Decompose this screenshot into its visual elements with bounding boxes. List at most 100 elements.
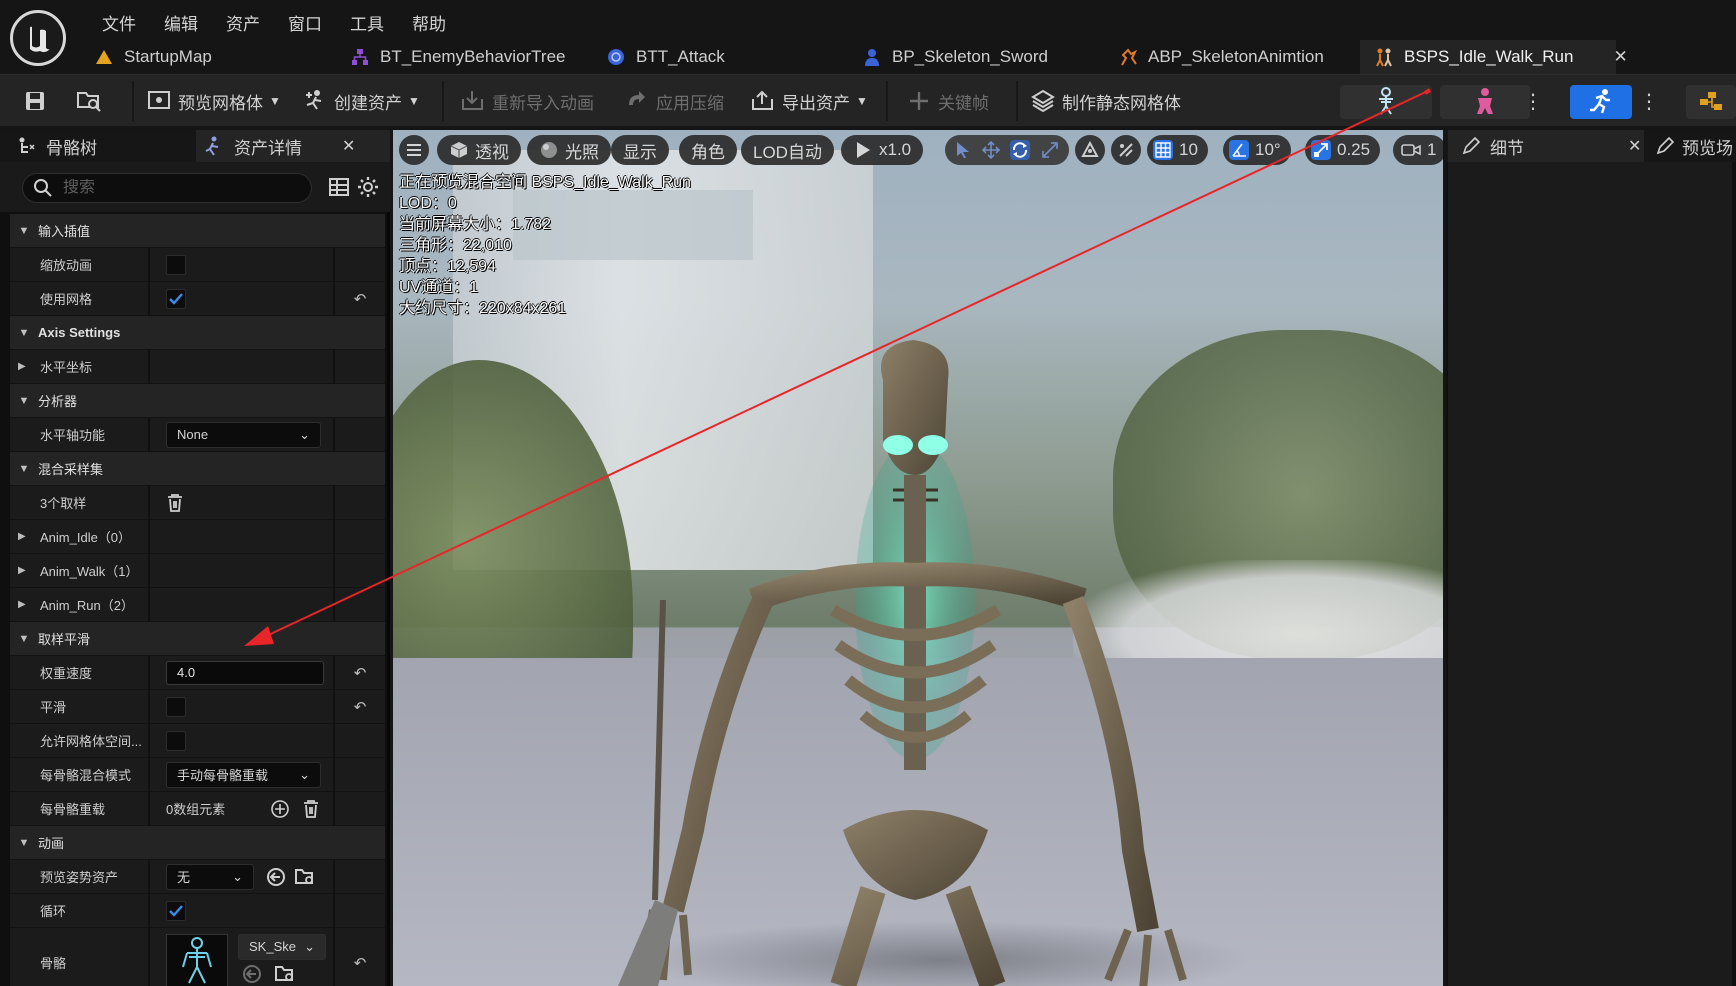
- lod-button[interactable]: LOD自动: [741, 135, 834, 165]
- prop-anim-idle[interactable]: ▶ Anim_Idle（0）: [10, 519, 385, 554]
- gear-icon[interactable]: [356, 175, 380, 199]
- lighting-button[interactable]: 光照: [527, 135, 611, 165]
- skeleton-mode-button[interactable]: [1340, 85, 1432, 119]
- menu-tools[interactable]: 工具: [336, 8, 398, 37]
- mesh-mode-button[interactable]: [1440, 85, 1530, 119]
- search-field[interactable]: [22, 173, 312, 203]
- tab-bt-enemybehaviortree[interactable]: BT_EnemyBehaviorTree: [336, 40, 592, 74]
- trash-icon[interactable]: [302, 799, 320, 819]
- character-button[interactable]: 角色: [679, 135, 737, 165]
- smoothing-checkbox[interactable]: [166, 696, 186, 717]
- close-tab-icon[interactable]: ✕: [342, 136, 355, 156]
- perspective-button[interactable]: 透视: [437, 135, 521, 165]
- use-selected-icon[interactable]: [242, 964, 262, 984]
- category-label: Axis Settings: [38, 325, 121, 340]
- grid-snap-button[interactable]: 10: [1147, 135, 1208, 165]
- category-label: 输入插值: [38, 224, 91, 239]
- search-input[interactable]: [63, 179, 303, 197]
- preview-viewport[interactable]: 透视 光照 显示 角色 LOD自动 x1.0 10 10° 0.25 1 正在预…: [393, 130, 1443, 986]
- apply-compression-button[interactable]: 应用压缩: [624, 83, 724, 119]
- scale-snap-button[interactable]: 0.25: [1305, 135, 1381, 165]
- add-keyframe-button[interactable]: 关键帧: [906, 83, 989, 119]
- prop-loop: 循环: [10, 893, 385, 928]
- browse-asset-button[interactable]: [76, 83, 108, 119]
- category-input-interp[interactable]: ▼ 输入插值: [10, 214, 385, 248]
- browse-folder-icon[interactable]: [274, 964, 296, 984]
- table-view-icon[interactable]: [328, 176, 350, 198]
- menu-file[interactable]: 文件: [88, 8, 150, 37]
- select-icon[interactable]: [955, 141, 971, 159]
- menu-asset[interactable]: 资产: [212, 8, 274, 37]
- dropdown-value: None: [177, 427, 209, 442]
- allow-mesh-space-checkbox[interactable]: [166, 730, 186, 751]
- prop-label: 平滑: [10, 689, 150, 724]
- menu-edit[interactable]: 编辑: [150, 8, 212, 37]
- tab-skeleton-tree[interactable]: 骨骼树: [10, 130, 190, 162]
- tab-asset-details[interactable]: 资产详情 ✕: [196, 130, 390, 162]
- pencil-icon: [1656, 137, 1674, 155]
- mesh-mode-options-button[interactable]: ⋮: [1523, 85, 1543, 119]
- add-element-icon[interactable]: [270, 799, 290, 819]
- rotation-snap-button[interactable]: 10°: [1223, 135, 1291, 165]
- tab-details[interactable]: 细节 ✕: [1448, 130, 1644, 162]
- tab-btt-attack[interactable]: BTT_Attack: [592, 40, 848, 74]
- reset-to-default-icon[interactable]: ↶: [335, 690, 385, 724]
- menu-window[interactable]: 窗口: [274, 8, 336, 37]
- reset-to-default-icon[interactable]: ↶: [335, 282, 385, 316]
- close-tab-icon[interactable]: ✕: [1628, 136, 1641, 156]
- h-axis-function-dropdown[interactable]: None ⌄: [166, 421, 321, 448]
- save-button[interactable]: [22, 83, 54, 119]
- compression-icon: [624, 88, 650, 114]
- export-asset-button[interactable]: 导出资产 ▼: [750, 83, 868, 119]
- category-animation[interactable]: ▼ 动画: [10, 826, 385, 860]
- prop-horizontal-axis[interactable]: ▶ 水平坐标: [10, 349, 385, 384]
- weight-speed-input[interactable]: 4.0: [166, 660, 324, 685]
- viewport-menu-button[interactable]: [399, 135, 429, 165]
- scale-animation-checkbox[interactable]: [166, 254, 186, 275]
- prop-per-bone-override: 每骨骼重载 0数组元素: [10, 791, 385, 826]
- category-sample-smoothing[interactable]: ▼ 取样平滑: [10, 622, 385, 656]
- reset-to-default-icon[interactable]: ↶: [335, 928, 385, 986]
- export-asset-label: 导出资产: [782, 93, 850, 113]
- menu-help[interactable]: 帮助: [398, 8, 460, 37]
- per-bone-mode-dropdown[interactable]: 手动每骨骼重载 ⌄: [166, 761, 321, 788]
- loop-checkbox[interactable]: [166, 900, 186, 921]
- scale-icon[interactable]: [1041, 141, 1059, 159]
- tab-startupmap[interactable]: StartupMap: [80, 40, 336, 74]
- animation-mode-button[interactable]: [1570, 85, 1632, 119]
- coordinate-space-button[interactable]: [1075, 135, 1105, 165]
- viewport-toolbar: 透视 光照 显示 角色 LOD自动 x1.0 10 10° 0.25 1: [393, 130, 1443, 170]
- tab-bsps-idle-walk-run[interactable]: BSPS_Idle_Walk_Run ✕: [1360, 40, 1628, 74]
- move-icon[interactable]: [981, 141, 1000, 159]
- preview-mesh-button[interactable]: 预览网格体 ▼: [146, 83, 281, 119]
- preview-pose-dropdown[interactable]: 无 ⌄: [166, 863, 254, 890]
- unreal-logo-icon[interactable]: [10, 10, 66, 66]
- prop-anim-run[interactable]: ▶ Anim_Run（2）: [10, 587, 385, 622]
- play-rate-button[interactable]: x1.0: [841, 135, 924, 165]
- show-button[interactable]: 显示: [611, 135, 669, 165]
- category-analysis[interactable]: ▼ 分析器: [10, 384, 385, 418]
- skeleton-thumbnail[interactable]: [166, 933, 228, 986]
- prop-anim-walk[interactable]: ▶ Anim_Walk（1）: [10, 553, 385, 588]
- browse-folder-icon[interactable]: [294, 867, 316, 887]
- category-axis-settings[interactable]: ▼ Axis Settings: [10, 316, 385, 350]
- create-asset-button[interactable]: 创建资产 ▼: [302, 83, 420, 119]
- make-static-mesh-button[interactable]: 制作静态网格体: [1030, 83, 1181, 119]
- camera-speed-button[interactable]: 1: [1393, 135, 1443, 165]
- prop-label: Anim_Run（2）: [10, 587, 150, 622]
- tab-preview-scene[interactable]: 预览场: [1650, 130, 1736, 162]
- surface-snap-button[interactable]: [1111, 135, 1141, 165]
- close-tab-icon[interactable]: ✕: [1613, 47, 1627, 67]
- blueprint-mode-button[interactable]: [1686, 85, 1736, 119]
- reset-to-default-icon[interactable]: ↶: [335, 656, 385, 690]
- use-grid-checkbox[interactable]: [166, 288, 186, 309]
- tab-bp-skeleton-sword[interactable]: BP_Skeleton_Sword: [848, 40, 1104, 74]
- rotate-icon[interactable]: [1010, 140, 1031, 160]
- animation-mode-options-button[interactable]: ⋮: [1639, 85, 1659, 119]
- trash-icon[interactable]: [166, 493, 184, 513]
- tab-abp-skeletonanimtion[interactable]: ABP_SkeletonAnimtion: [1104, 40, 1360, 74]
- reimport-animation-button[interactable]: 重新导入动画: [460, 83, 594, 119]
- use-selected-icon[interactable]: [266, 867, 286, 887]
- skeleton-dropdown[interactable]: SK_Ske ⌄: [238, 933, 326, 960]
- category-blend-samples[interactable]: ▼ 混合采样集: [10, 452, 385, 486]
